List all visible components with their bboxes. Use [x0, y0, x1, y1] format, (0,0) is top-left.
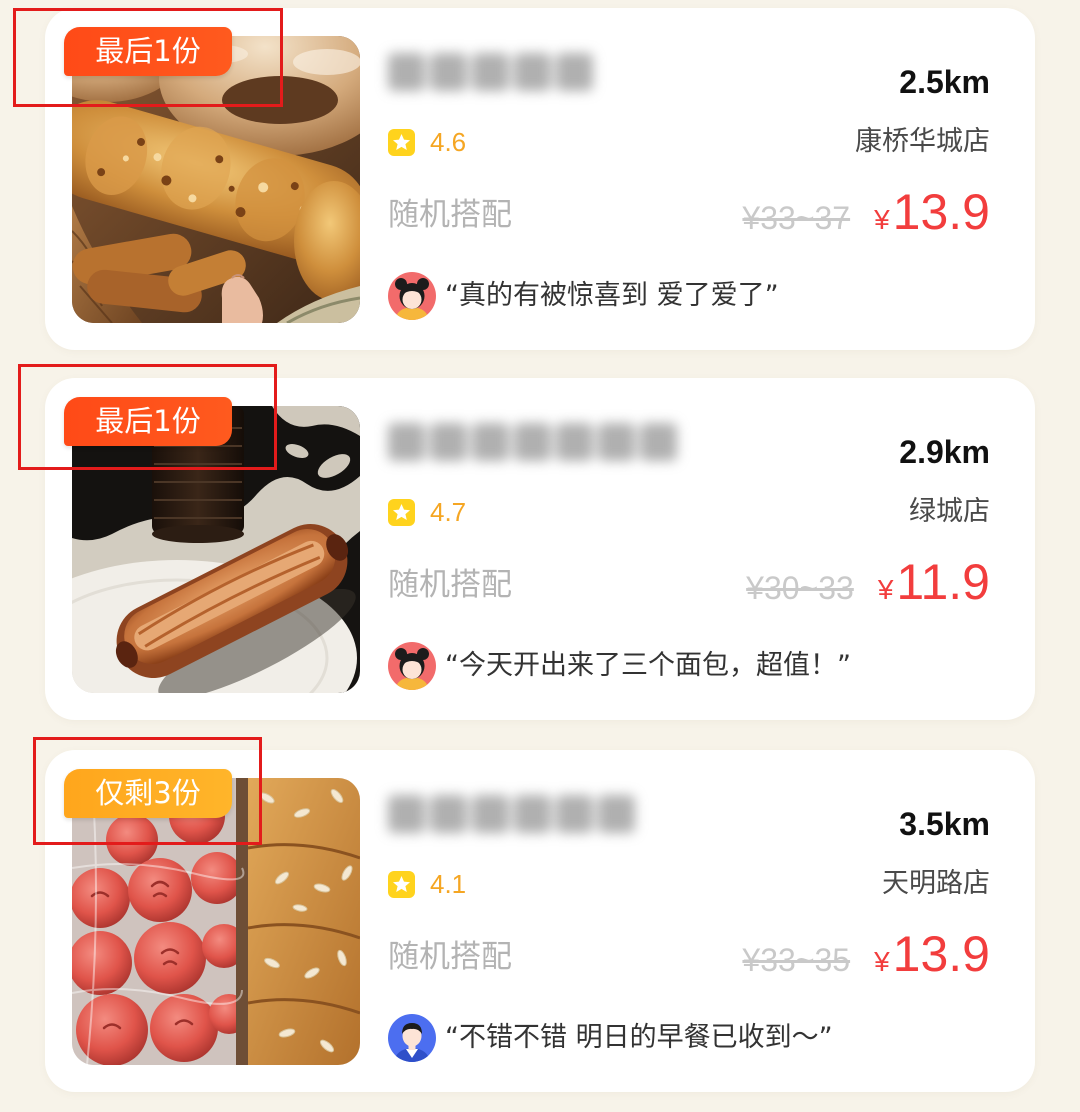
highlight-box: [33, 737, 262, 845]
blurred-glyph: [430, 795, 467, 833]
price-row: ¥33~35 ¥ 13.9: [742, 922, 990, 986]
blurred-glyph: [430, 53, 467, 91]
distance-label: 2.5km: [899, 64, 990, 100]
price-currency: ¥: [874, 946, 890, 977]
highlight-box: [18, 364, 277, 470]
price-currency: ¥: [874, 204, 890, 235]
blurred-glyph: [640, 423, 677, 461]
star-icon: [388, 871, 415, 898]
distance-label: 3.5km: [899, 806, 990, 842]
blurred-store-name: [388, 423, 677, 465]
blurred-glyph: [472, 795, 509, 833]
blurred-store-name: [388, 795, 635, 837]
blurred-glyph: [598, 423, 635, 461]
branch-name: 绿城店: [909, 496, 990, 527]
blurred-glyph: [472, 53, 509, 91]
rating-value: 4.1: [430, 869, 467, 899]
blurred-glyph: [430, 423, 467, 461]
bag-description: 随机搭配: [388, 939, 512, 975]
sale-price: 11.9: [896, 554, 990, 610]
blurred-glyph: [598, 795, 635, 833]
blurred-glyph: [556, 795, 593, 833]
price-currency: ¥: [877, 574, 894, 605]
blurred-glyph: [514, 795, 551, 833]
review-quote: “今天开出来了三个面包，超值！”: [445, 650, 851, 681]
blurred-store-name: [388, 53, 593, 95]
branch-name: 天明路店: [882, 868, 990, 899]
sale-price: 13.9: [892, 926, 990, 982]
rating-value: 4.6: [430, 127, 467, 157]
boy-avatar-icon: [388, 1014, 436, 1062]
original-price: ¥33~37: [742, 200, 851, 236]
blurred-glyph: [514, 53, 551, 91]
sale-price: 13.9: [892, 184, 990, 240]
blurred-glyph: [388, 53, 425, 91]
girl-avatar-icon: [388, 272, 436, 320]
review-quote: “不错不错 明日的早餐已收到～”: [445, 1022, 833, 1053]
blurred-glyph: [388, 423, 425, 461]
price-row: ¥33~37 ¥ 13.9: [742, 180, 990, 244]
blurred-glyph: [514, 423, 551, 461]
girl-avatar-icon: [388, 642, 436, 690]
bag-description: 随机搭配: [388, 197, 512, 233]
highlight-box: [13, 8, 283, 107]
rating-value: 4.7: [430, 497, 467, 527]
blurred-glyph: [472, 423, 509, 461]
original-price: ¥30~33: [746, 570, 854, 606]
blurred-glyph: [556, 53, 593, 91]
blurred-glyph: [556, 423, 593, 461]
star-icon: [388, 499, 415, 526]
branch-name: 康桥华城店: [855, 126, 990, 157]
original-price: ¥33~35: [742, 942, 851, 978]
bag-description: 随机搭配: [388, 567, 512, 603]
star-icon: [388, 129, 415, 156]
price-row: ¥30~33 ¥ 11.9: [746, 550, 990, 614]
review-quote: “真的有被惊喜到 爱了爱了”: [445, 280, 779, 311]
blurred-glyph: [388, 795, 425, 833]
distance-label: 2.9km: [899, 434, 990, 470]
